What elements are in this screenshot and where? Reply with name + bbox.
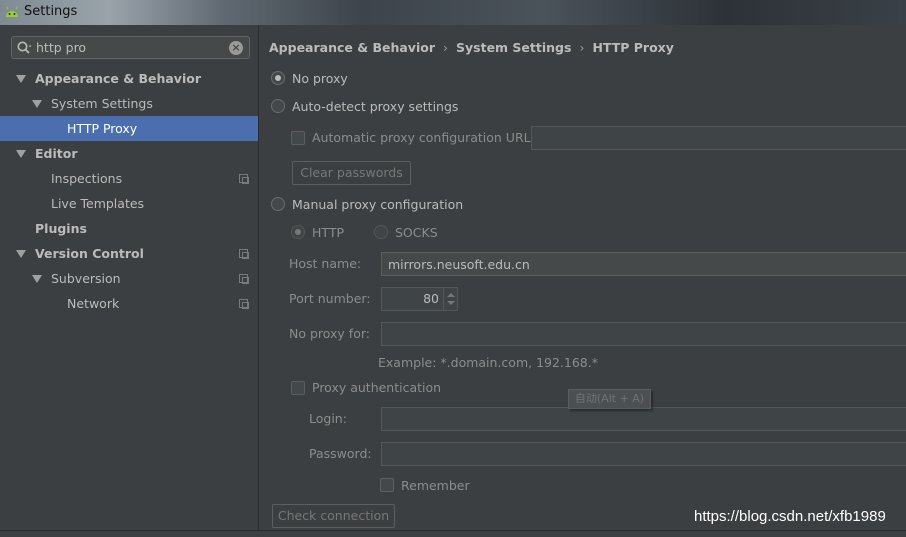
tree-item-label: Network — [67, 296, 120, 311]
tree-item-network[interactable]: Network — [0, 291, 258, 316]
stepper-up-icon[interactable] — [447, 293, 455, 297]
no-proxy-label[interactable]: No proxy — [292, 71, 348, 86]
project-scope-icon — [239, 174, 249, 184]
port-number-stepper[interactable]: 80 — [381, 287, 458, 311]
auto-config-url-checkbox[interactable] — [291, 131, 305, 145]
manual-proxy-radio[interactable] — [271, 197, 285, 211]
expand-arrow-icon[interactable] — [32, 100, 42, 108]
tree-item-plugins[interactable]: Plugins — [0, 216, 258, 241]
http-radio[interactable] — [291, 225, 305, 239]
http-label[interactable]: HTTP — [312, 225, 344, 240]
search-icon[interactable] — [16, 40, 32, 56]
stepper-arrows[interactable] — [443, 288, 457, 310]
proxy-authentication-label[interactable]: Proxy authentication — [312, 380, 441, 395]
tooltip: 自动(Alt + A) — [568, 389, 651, 409]
proxy-authentication-checkbox[interactable] — [291, 381, 305, 395]
chevron-right-icon: › — [579, 40, 585, 55]
title-bar: Settings — [0, 0, 906, 25]
auto-detect-label[interactable]: Auto-detect proxy settings — [292, 99, 458, 114]
window-title: Settings — [24, 4, 78, 19]
tree-item-appearance-behavior[interactable]: Appearance & Behavior — [0, 66, 258, 91]
tree-item-label: Appearance & Behavior — [35, 71, 201, 86]
login-field[interactable] — [381, 407, 906, 431]
no-proxy-example: Example: *.domain.com, 192.168.* — [378, 355, 598, 370]
login-input[interactable] — [382, 408, 906, 430]
port-number-value[interactable]: 80 — [423, 291, 439, 306]
project-scope-icon — [239, 274, 249, 284]
tree-item-label: Live Templates — [51, 196, 145, 211]
tree-item-label: Plugins — [35, 221, 87, 236]
expand-arrow-icon[interactable] — [16, 150, 26, 158]
tree-item-http-proxy[interactable]: HTTP Proxy — [0, 116, 258, 141]
tree-item-label: Version Control — [35, 246, 144, 261]
tree-item-label: HTTP Proxy — [67, 121, 138, 136]
host-name-label: Host name: — [289, 256, 362, 271]
tree-item-subversion[interactable]: Subversion — [0, 266, 258, 291]
expand-arrow-icon[interactable] — [16, 75, 26, 83]
clear-search-icon[interactable]: × — [229, 41, 243, 55]
password-field[interactable] — [381, 442, 906, 466]
password-label: Password: — [309, 446, 372, 461]
auto-config-url-field[interactable] — [531, 126, 906, 150]
watermark: https://blog.csdn.net/xfb1989 — [694, 508, 886, 525]
settings-sidebar: × Appearance & Behavior System Settings … — [0, 25, 259, 530]
breadcrumb-item: Appearance & Behavior — [269, 40, 435, 55]
remember-label[interactable]: Remember — [401, 478, 470, 493]
bottom-bar — [0, 530, 906, 537]
no-proxy-for-label: No proxy for: — [289, 326, 370, 341]
tree-item-version-control[interactable]: Version Control — [0, 241, 258, 266]
tree-item-editor[interactable]: Editor — [0, 141, 258, 166]
remember-checkbox[interactable] — [380, 478, 394, 492]
password-input[interactable] — [382, 443, 906, 465]
breadcrumb-item: HTTP Proxy — [592, 40, 674, 55]
auto-config-url-label: Automatic proxy configuration URL: — [312, 130, 535, 145]
tree-item-label: System Settings — [51, 96, 153, 111]
no-proxy-radio[interactable] — [271, 71, 285, 85]
port-number-label: Port number: — [289, 291, 371, 306]
expand-arrow-icon[interactable] — [32, 275, 42, 283]
tree-item-label: Inspections — [51, 171, 123, 186]
android-icon — [6, 6, 18, 17]
http-proxy-panel: Appearance & Behavior › System Settings › HT… — [260, 25, 906, 530]
host-name-input[interactable] — [382, 253, 906, 275]
settings-tree: Appearance & Behavior System Settings HT… — [0, 66, 258, 316]
clear-passwords-button[interactable]: Clear passwords — [292, 161, 411, 185]
search-input[interactable] — [36, 39, 226, 56]
tree-item-inspections[interactable]: Inspections — [0, 166, 258, 191]
check-connection-button[interactable]: Check connection — [272, 504, 395, 528]
stepper-down-icon[interactable] — [447, 301, 455, 305]
tree-item-label: Subversion — [51, 271, 121, 286]
breadcrumb: Appearance & Behavior › System Settings › HT… — [269, 40, 674, 55]
settings-search[interactable]: × — [11, 36, 250, 59]
breadcrumb-item: System Settings — [456, 40, 572, 55]
tree-item-live-templates[interactable]: Live Templates — [0, 191, 258, 216]
no-proxy-for-input[interactable] — [382, 323, 906, 345]
tree-item-label: Editor — [35, 146, 78, 161]
manual-proxy-label[interactable]: Manual proxy configuration — [292, 197, 463, 212]
socks-label[interactable]: SOCKS — [395, 225, 438, 240]
auto-config-url-input[interactable] — [532, 127, 906, 149]
auto-detect-radio[interactable] — [271, 99, 285, 113]
host-name-field[interactable] — [381, 252, 906, 276]
expand-arrow-icon[interactable] — [16, 250, 26, 258]
project-scope-icon — [239, 249, 249, 259]
tree-item-system-settings[interactable]: System Settings — [0, 91, 258, 116]
chevron-right-icon: › — [443, 40, 448, 55]
no-proxy-for-field[interactable] — [381, 322, 906, 346]
socks-radio[interactable] — [374, 225, 388, 239]
project-scope-icon — [239, 299, 249, 309]
login-label: Login: — [309, 411, 347, 426]
